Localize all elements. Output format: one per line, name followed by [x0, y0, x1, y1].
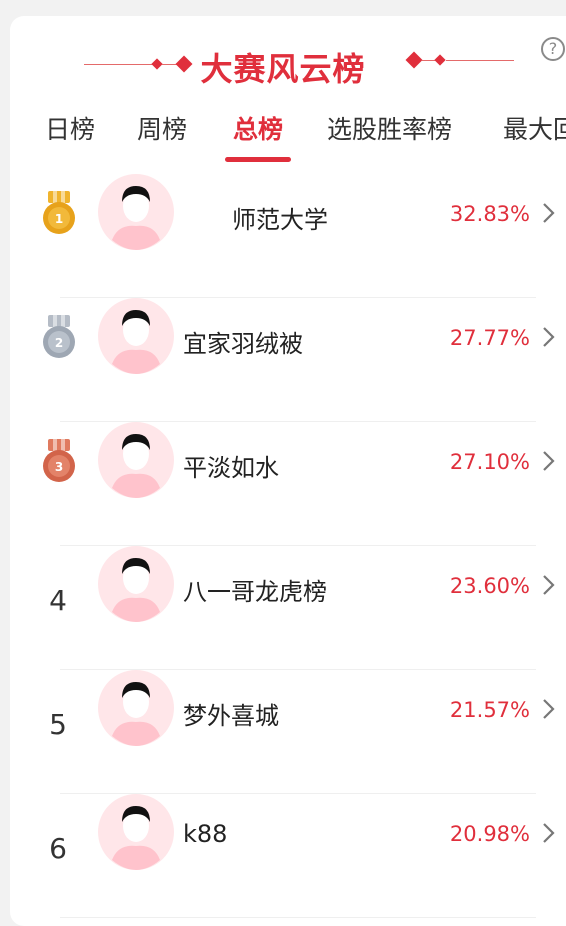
- chevron-right-icon[interactable]: [541, 822, 557, 844]
- ranking-tabs: 日榜 周榜 总榜 选股胜率榜 最大回: [0, 100, 566, 160]
- tab-weekly[interactable]: 周榜: [137, 110, 187, 146]
- default-avatar-icon: [98, 422, 174, 498]
- default-avatar-icon: [98, 670, 174, 746]
- silver-medal-icon: 2: [43, 315, 75, 358]
- default-avatar-icon: [98, 298, 174, 374]
- help-icon[interactable]: ?: [541, 37, 565, 61]
- row-divider: [60, 917, 536, 918]
- svg-text:1: 1: [55, 212, 63, 226]
- chevron-right-icon[interactable]: [541, 574, 557, 596]
- user-name: 平淡如水: [183, 454, 279, 482]
- tab-win-rate[interactable]: 选股胜率榜: [327, 110, 452, 146]
- user-name: 师范大学: [232, 206, 328, 234]
- win-rate: 32.83%: [449, 202, 530, 226]
- tab-overall[interactable]: 总榜: [233, 110, 283, 146]
- svg-text:3: 3: [55, 460, 63, 474]
- bronze-medal-icon: 3: [43, 439, 75, 482]
- chevron-right-icon[interactable]: [541, 202, 557, 224]
- title-decoration-line-right: [446, 60, 514, 61]
- user-name: 宜家羽绒被: [183, 330, 303, 358]
- win-rate: 27.77%: [449, 326, 530, 350]
- tab-daily[interactable]: 日榜: [45, 110, 95, 146]
- user-name: k88: [183, 820, 228, 848]
- win-rate: 27.10%: [449, 450, 530, 474]
- svg-text:2: 2: [55, 336, 63, 350]
- ranking-row[interactable]: 1 师范大学 32.83%: [0, 174, 566, 298]
- default-avatar-icon: [98, 794, 174, 870]
- chevron-right-icon[interactable]: [541, 450, 557, 472]
- chevron-right-icon[interactable]: [541, 698, 557, 720]
- default-avatar-icon: [98, 174, 174, 250]
- user-name: 八一哥龙虎榜: [183, 578, 327, 606]
- ranking-row[interactable]: 6 k88 20.98%: [0, 794, 566, 918]
- tab-max-drawdown[interactable]: 最大回: [503, 110, 566, 146]
- active-tab-indicator: [225, 157, 291, 162]
- gold-medal-icon: 1: [43, 191, 75, 234]
- win-rate: 21.57%: [449, 698, 530, 722]
- default-avatar-icon: [98, 546, 174, 622]
- page-title: 大赛风云榜: [200, 50, 366, 88]
- user-name: 梦外喜城: [183, 702, 279, 730]
- rank-number: 6: [49, 832, 67, 865]
- ranking-row[interactable]: 3 平淡如水 27.10%: [0, 422, 566, 546]
- leaderboard-header: 大赛风云榜 ?: [0, 0, 566, 100]
- ranking-row[interactable]: 2 宜家羽绒被 27.77%: [0, 298, 566, 422]
- chevron-right-icon[interactable]: [541, 326, 557, 348]
- ranking-row[interactable]: 5 梦外喜城 21.57%: [0, 670, 566, 794]
- rank-number: 4: [49, 584, 67, 617]
- win-rate: 23.60%: [449, 574, 530, 598]
- rank-number: 5: [49, 708, 67, 741]
- win-rate: 20.98%: [449, 822, 530, 846]
- ranking-row[interactable]: 4 八一哥龙虎榜 23.60%: [0, 546, 566, 670]
